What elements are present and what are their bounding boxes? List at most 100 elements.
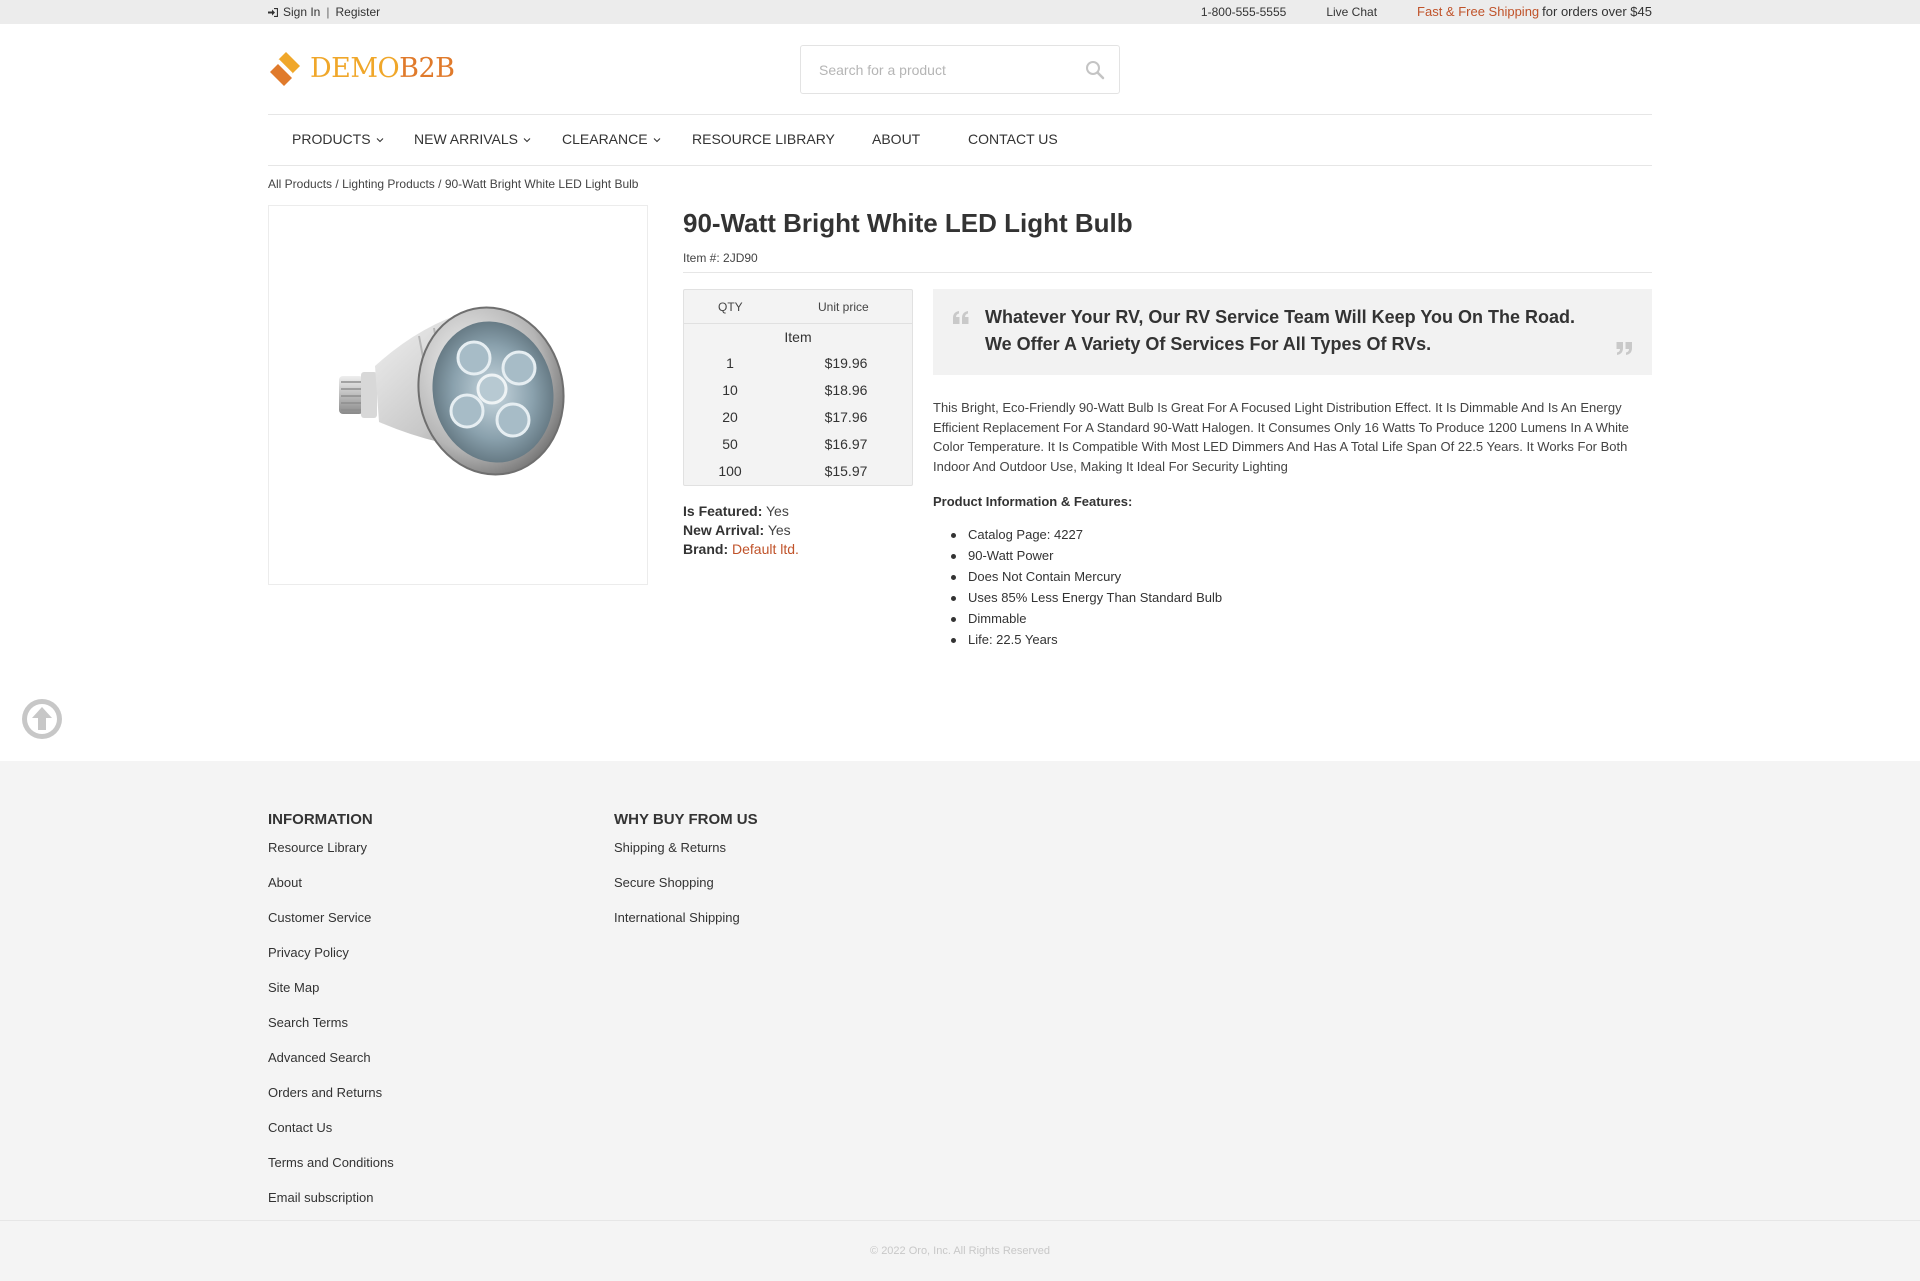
attr-new-arrival: New Arrival: Yes xyxy=(683,521,799,540)
features-list: Catalog Page: 4227 90-Watt Power Does No… xyxy=(933,527,1222,653)
footer-column-information: INFORMATION Resource Library About Custo… xyxy=(268,811,394,1224)
footer: INFORMATION Resource Library About Custo… xyxy=(0,761,1920,1281)
brand-link[interactable]: Default ltd. xyxy=(732,541,799,557)
price-qty: 100 xyxy=(718,463,742,479)
register-link[interactable]: Register xyxy=(335,5,380,19)
price-value: $17.96 xyxy=(824,409,868,425)
sign-in-link[interactable]: Sign In xyxy=(283,5,320,19)
nav-item-label: RESOURCE LIBRARY xyxy=(692,131,835,147)
sign-in-icon xyxy=(268,7,278,17)
attr-value: Yes xyxy=(767,522,791,538)
table-row: 50 $16.97 xyxy=(684,436,912,463)
price-qty: 1 xyxy=(726,355,734,371)
item-number: Item #: 2JD90 xyxy=(683,251,758,265)
main-navigation: PRODUCTS NEW ARRIVALS CLEARANCE RESOURCE… xyxy=(268,114,1652,166)
nav-item-label: ABOUT xyxy=(872,131,921,147)
nav-item-clearance[interactable]: CLEARANCE xyxy=(562,131,661,147)
footer-link[interactable]: Shipping & Returns xyxy=(614,839,758,874)
list-item: Uses 85% Less Energy Than Standard Bulb xyxy=(933,590,1222,611)
list-item: Life: 22.5 Years xyxy=(933,632,1222,653)
footer-link[interactable]: Customer Service xyxy=(268,909,394,944)
price-header-qty: QTY xyxy=(718,300,743,314)
footer-link[interactable]: Orders and Returns xyxy=(268,1084,394,1119)
search-icon[interactable] xyxy=(1085,60,1105,80)
attr-label: New Arrival: xyxy=(683,522,765,538)
price-value: $16.97 xyxy=(824,436,868,452)
price-unit: Item xyxy=(784,329,812,345)
price-value: $15.97 xyxy=(824,463,868,479)
item-number-value: 2JD90 xyxy=(723,251,758,265)
nav-item-about[interactable]: ABOUT xyxy=(872,131,920,147)
price-value: $19.96 xyxy=(824,355,868,371)
nav-item-new-arrivals[interactable]: NEW ARRIVALS xyxy=(414,131,531,147)
topbar-separator: | xyxy=(326,5,330,19)
logo-text: DEMOB2B xyxy=(310,53,455,84)
breadcrumb-current: 90-Watt Bright White LED Light Bulb xyxy=(444,177,639,191)
divider xyxy=(684,323,912,324)
product-quote: Whatever Your RV, Our RV Service Team Wi… xyxy=(933,289,1652,375)
product-image[interactable] xyxy=(268,205,648,585)
footer-link[interactable]: Email subscription xyxy=(268,1189,394,1224)
search-input[interactable] xyxy=(801,46,1071,93)
product-description: This Bright, Eco-Friendly 90-Watt Bulb I… xyxy=(933,400,1629,474)
attr-brand: Brand: Default ltd. xyxy=(683,540,799,559)
price-table: QTY Unit price Item 1 $19.96 10 $18.96 2… xyxy=(683,289,913,486)
footer-link[interactable]: Site Map xyxy=(268,979,394,1014)
footer-link[interactable]: Contact Us xyxy=(268,1119,394,1154)
logo-icon xyxy=(270,52,300,86)
product-attributes: Is Featured: Yes New Arrival: Yes Brand:… xyxy=(683,502,799,559)
footer-link[interactable]: Search Terms xyxy=(268,1014,394,1049)
list-item: Does Not Contain Mercury xyxy=(933,569,1222,590)
live-chat-link[interactable]: Live Chat xyxy=(1326,5,1377,19)
search-box xyxy=(800,45,1120,94)
breadcrumb-item[interactable]: Lighting Products xyxy=(342,177,435,191)
nav-item-label: CONTACT US xyxy=(968,131,1058,147)
footer-link[interactable]: About xyxy=(268,874,394,909)
nav-item-label: CLEARANCE xyxy=(562,131,648,147)
arrow-up-circle-icon[interactable] xyxy=(21,698,63,740)
shipping-note: for orders over $45 xyxy=(1542,4,1652,19)
price-qty: 10 xyxy=(722,382,738,398)
item-number-label: Item #: xyxy=(683,251,720,265)
price-value: $18.96 xyxy=(824,382,868,398)
phone-link[interactable]: 1-800-555-5555 xyxy=(1201,5,1286,19)
table-row: 100 $15.97 xyxy=(684,463,912,490)
logo-text-b2b: B2B xyxy=(399,52,455,84)
footer-link[interactable]: Secure Shopping xyxy=(614,874,758,909)
site-logo[interactable]: DEMOB2B xyxy=(268,50,455,86)
breadcrumb-item[interactable]: All Products xyxy=(268,177,332,191)
nav-item-label: PRODUCTS xyxy=(292,131,371,147)
nav-item-contact-us[interactable]: CONTACT US xyxy=(968,131,1058,147)
divider xyxy=(0,1220,1920,1221)
table-row: 1 $19.96 xyxy=(684,355,912,382)
table-row: 10 $18.96 xyxy=(684,382,912,409)
price-header-unit-price: Unit price xyxy=(818,300,869,314)
footer-link[interactable]: Terms and Conditions xyxy=(268,1154,394,1189)
price-qty: 20 xyxy=(722,409,738,425)
table-row: 20 $17.96 xyxy=(684,409,912,436)
chevron-down-icon xyxy=(376,137,383,142)
list-item: Catalog Page: 4227 xyxy=(933,527,1222,548)
attr-label: Brand: xyxy=(683,541,729,557)
price-qty: 50 xyxy=(722,436,738,452)
footer-link[interactable]: Resource Library xyxy=(268,839,394,874)
quote-close-icon xyxy=(1616,342,1632,355)
led-bulb-image xyxy=(339,306,565,476)
shipping-link[interactable]: Fast & Free Shipping xyxy=(1417,4,1539,19)
top-bar: Sign In | Register 1-800-555-5555 Live C… xyxy=(0,0,1920,24)
list-item: 90-Watt Power xyxy=(933,548,1222,569)
attr-value: Yes xyxy=(766,503,789,519)
footer-link[interactable]: International Shipping xyxy=(614,909,758,944)
copyright: © 2022 Oro, Inc. All Rights Reserved xyxy=(870,1245,1050,1257)
nav-item-resource-library[interactable]: RESOURCE LIBRARY xyxy=(692,131,835,147)
nav-item-label: NEW ARRIVALS xyxy=(414,131,518,147)
nav-item-products[interactable]: PRODUCTS xyxy=(292,131,384,147)
footer-link[interactable]: Advanced Search xyxy=(268,1049,394,1084)
footer-heading: WHY BUY FROM US xyxy=(614,811,758,828)
footer-column-why-buy: WHY BUY FROM US Shipping & Returns Secur… xyxy=(614,811,758,944)
attr-featured: Is Featured: Yes xyxy=(683,502,799,521)
attr-label: Is Featured: xyxy=(683,503,763,519)
product-title: 90-Watt Bright White LED Light Bulb xyxy=(683,208,1133,238)
divider xyxy=(683,272,1652,273)
footer-link[interactable]: Privacy Policy xyxy=(268,944,394,979)
